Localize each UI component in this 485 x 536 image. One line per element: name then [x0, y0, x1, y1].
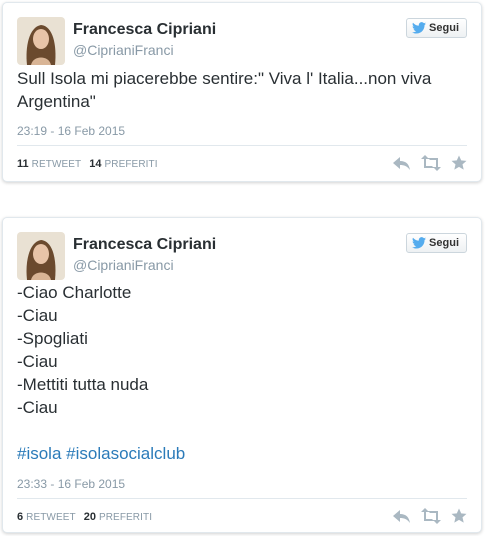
tweet-timestamp[interactable]: 23:33 - 16 Feb 2015: [17, 477, 125, 491]
hashtag-list: #isola #isolasocialclub: [17, 442, 467, 465]
retweet-count-stat[interactable]: 6 RETWEET: [17, 511, 76, 523]
favorite-count-label: PREFERITI: [98, 512, 153, 523]
reply-icon[interactable]: [393, 508, 411, 529]
tweet-actions: [393, 155, 467, 176]
favorite-count-stat[interactable]: 14 PREFERITI: [89, 158, 157, 170]
favorite-count: 20: [83, 511, 96, 523]
follow-button-label: Segui: [429, 237, 459, 249]
tweet-card: Francesca Cipriani @CiprianiFranci Segui…: [2, 2, 482, 182]
tweet-text-line: -Ciau: [17, 306, 58, 325]
author-name[interactable]: Francesca Cipriani: [73, 236, 216, 254]
author-handle[interactable]: @CiprianiFranci: [73, 42, 174, 58]
avatar[interactable]: [17, 17, 65, 65]
tweet-text-line: -Ciao Charlotte: [17, 283, 132, 302]
tweet-text-line: Argentina": [17, 92, 96, 111]
divider: [17, 498, 467, 499]
tweet-text-line: -Mettiti tutta nuda: [17, 375, 149, 394]
tweet-timestamp[interactable]: 23:19 - 16 Feb 2015: [17, 124, 125, 138]
retweet-count-stat[interactable]: 11 RETWEET: [17, 158, 81, 170]
tweet-text-line: Sull Isola mi piacerebbe sentire:" Viva …: [17, 69, 432, 88]
retweet-count: 11: [17, 158, 29, 170]
tweet-text-line: -Spogliati: [17, 329, 88, 348]
retweet-icon[interactable]: [421, 155, 441, 176]
retweet-count-label: RETWEET: [31, 159, 82, 170]
hashtag-link[interactable]: #isolasocialclub: [66, 444, 185, 463]
author-name[interactable]: Francesca Cipriani: [73, 21, 216, 39]
divider: [17, 145, 467, 146]
twitter-bird-icon: [412, 22, 427, 34]
tweet-stats: 11 RETWEET 14 PREFERITI: [17, 158, 158, 170]
favorite-icon[interactable]: [451, 155, 467, 176]
tweet-text: -Ciao Charlotte -Ciau -Spogliati -Ciau -…: [17, 281, 467, 465]
author-handle[interactable]: @CiprianiFranci: [73, 257, 174, 273]
hashtag-link[interactable]: #isola: [17, 444, 61, 463]
favorite-icon[interactable]: [451, 508, 467, 529]
tweet-text-line: -Ciau: [17, 398, 58, 417]
avatar[interactable]: [17, 232, 65, 280]
retweet-icon[interactable]: [421, 508, 441, 529]
tweet-stats: 6 RETWEET 20 PREFERITI: [17, 511, 152, 523]
follow-button[interactable]: Segui: [406, 233, 467, 253]
follow-button-label: Segui: [429, 22, 459, 34]
favorite-count: 14: [89, 158, 102, 170]
retweet-count-label: RETWEET: [26, 512, 76, 523]
follow-button[interactable]: Segui: [406, 18, 467, 38]
retweet-count: 6: [17, 511, 24, 523]
favorite-count-label: PREFERITI: [104, 159, 158, 170]
tweet-text-line: -Ciau: [17, 352, 58, 371]
twitter-bird-icon: [412, 237, 427, 249]
tweet-text: Sull Isola mi piacerebbe sentire:" Viva …: [17, 67, 467, 113]
reply-icon[interactable]: [393, 155, 411, 176]
tweet-card: Francesca Cipriani @CiprianiFranci Segui…: [2, 217, 482, 533]
favorite-count-stat[interactable]: 20 PREFERITI: [84, 511, 152, 523]
tweet-actions: [393, 508, 467, 529]
